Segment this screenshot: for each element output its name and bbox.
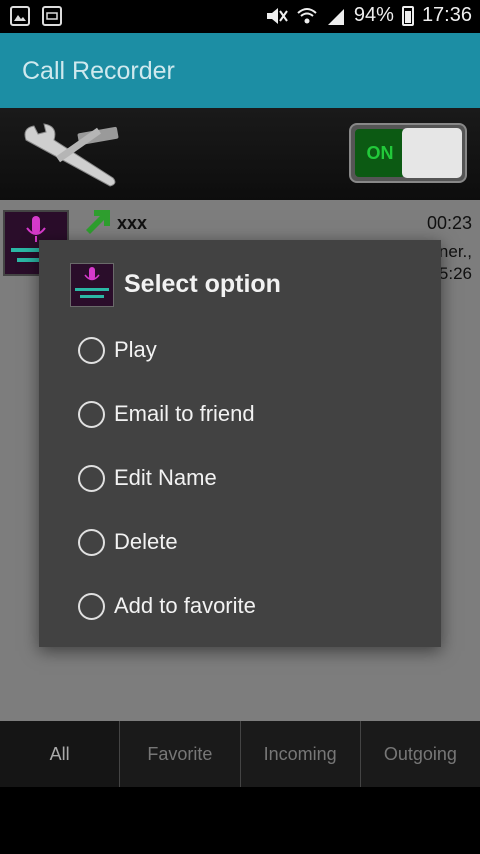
wrench-hammer-icon[interactable] xyxy=(18,120,128,190)
wifi-icon xyxy=(297,7,317,23)
option-email-to-friend[interactable]: Email to friend xyxy=(78,394,418,434)
signal-icon xyxy=(327,8,344,25)
option-edit-name[interactable]: Edit Name xyxy=(78,458,418,498)
option-label: Add to favorite xyxy=(114,593,256,618)
radio-icon[interactable] xyxy=(78,592,105,620)
option-label: Play xyxy=(114,337,157,362)
option-label: Email to friend xyxy=(114,401,255,426)
recording-time: 5:26 xyxy=(438,264,472,283)
recording-detail: ner., xyxy=(438,242,472,261)
battery-icon xyxy=(401,5,414,26)
clock: 17:36 xyxy=(421,4,472,26)
toggle-knob xyxy=(402,128,462,178)
app-logo-icon xyxy=(70,263,114,307)
mute-icon xyxy=(266,7,288,24)
gallery-icon xyxy=(10,6,30,26)
dialog-title: Select option xyxy=(124,270,281,298)
option-label: Delete xyxy=(114,529,178,554)
radio-icon[interactable] xyxy=(78,336,105,364)
tab-all[interactable]: All xyxy=(0,721,121,787)
status-bar: 94% 17:36 xyxy=(0,0,480,33)
radio-icon[interactable] xyxy=(78,464,105,492)
app-bar: Call Recorder xyxy=(0,33,480,108)
outgoing-arrow-icon xyxy=(86,210,110,234)
tab-favorite[interactable]: Favorite xyxy=(120,721,241,787)
option-add-to-favorite[interactable]: Add to favorite xyxy=(78,586,418,626)
radio-icon[interactable] xyxy=(78,400,105,428)
screen-icon xyxy=(42,6,62,26)
option-play[interactable]: Play xyxy=(78,330,418,370)
battery-percent: 94% xyxy=(353,4,394,26)
app-title: Call Recorder xyxy=(22,57,175,85)
option-label: Edit Name xyxy=(114,465,217,490)
radio-icon[interactable] xyxy=(78,528,105,556)
tab-bar: All Favorite Incoming Outgoing xyxy=(0,721,480,787)
recording-name: xxx xyxy=(117,213,148,233)
tab-incoming[interactable]: Incoming xyxy=(240,721,361,787)
navigation-area xyxy=(0,787,480,854)
recording-duration: 00:23 xyxy=(426,213,472,233)
toggle-on-label: ON xyxy=(355,129,405,177)
option-delete[interactable]: Delete xyxy=(78,522,418,562)
tab-outgoing[interactable]: Outgoing xyxy=(360,721,480,787)
recording-toggle[interactable]: ON xyxy=(349,123,467,183)
select-option-dialog: Select option Play Email to friend Edit … xyxy=(39,240,441,647)
